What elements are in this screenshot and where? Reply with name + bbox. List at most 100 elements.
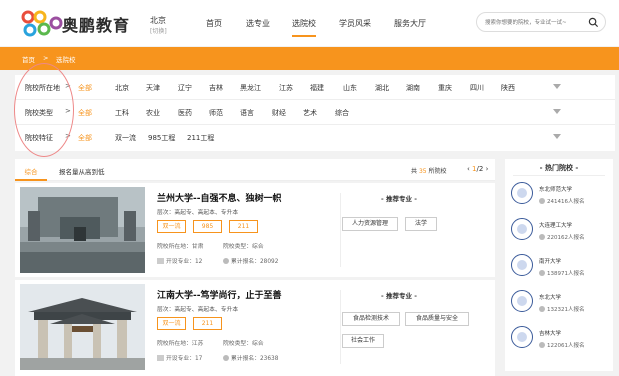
hot-school-item[interactable]: 吉林大学 122061人报名 [505,323,613,357]
tag-badge: 985 [193,220,222,233]
filter-option[interactable]: 北京 [115,83,129,93]
hot-school-name[interactable]: 东北师范大学 [539,185,572,193]
hot-school-count-text: 132321人报名 [547,307,585,313]
filter-option[interactable]: 双一流 [115,133,136,143]
nav-schools[interactable]: 选院校 [292,18,316,37]
filter-option[interactable]: 陕西 [501,83,515,93]
hot-schools-title: - 热门院校 - [539,164,579,172]
filter-option[interactable]: 全部 [78,133,92,143]
filter-option[interactable]: 湖南 [406,83,420,93]
hot-school-count-text: 241416人报名 [547,199,585,205]
filter-option[interactable]: 辽宁 [178,83,192,93]
chevron-down-icon[interactable] [553,109,561,114]
filter-option[interactable]: 重庆 [438,83,452,93]
filter-option[interactable]: 农业 [146,108,160,118]
search-input[interactable] [485,17,585,29]
filter-option[interactable]: 福建 [310,83,324,93]
university-card[interactable]: 江南大学--笃学尚行，止于至善 层次：高起专、高起本、专升本 双一流 211 院… [15,280,495,376]
filter-option[interactable]: 985工程 [148,133,175,143]
major-button[interactable]: 食品检测技术 [342,312,400,326]
hot-school-count-text: 122061人报名 [547,343,585,349]
university-name[interactable]: 江南大学--笃学尚行，止于至善 [157,288,281,301]
pager-total: 2 [478,165,484,173]
filter-option[interactable]: 工科 [115,108,129,118]
search-icon[interactable] [588,17,599,28]
university-location: 院校所在地：江苏 [157,341,204,347]
enroll-count-text: 累计报名：28092 [231,259,279,265]
nav-home[interactable]: 首页 [206,18,222,29]
campus-photo[interactable] [20,187,145,273]
breadcrumb-home[interactable]: 首页 [22,54,35,64]
logo-text[interactable]: 奥鹏教育 [62,12,130,36]
tab-by-enrollment[interactable]: 报名量从高到低 [59,166,105,176]
sort-tabs: 综合 报名量从高到低 共 35 所院校 ‹ 1/2 › [15,159,495,181]
filter-option[interactable]: 天津 [146,83,160,93]
chevron-down-icon[interactable] [553,84,561,89]
hot-school-count: 220162人报名 [539,233,585,241]
total-count: 共 35 所院校 [411,166,447,175]
majors-count: 开设专业：12 [157,256,202,265]
university-card[interactable]: 兰州大学--自强不息、独树一帜 层次：高起专、高起本、专升本 双一流 985 2… [15,183,495,277]
filter-option[interactable]: 四川 [470,83,484,93]
nav-service[interactable]: 服务大厅 [394,18,426,29]
filter-option[interactable]: 医药 [178,108,192,118]
pager-prev[interactable]: ‹ [467,165,470,173]
majors-count-text: 开设专业：17 [166,356,203,362]
hot-school-item[interactable]: 东北师范大学 241416人报名 [505,179,613,213]
university-name[interactable]: 兰州大学--自强不息、独树一帜 [157,191,281,204]
city-name: 北京 [150,16,166,25]
hot-school-name[interactable]: 东北大学 [539,293,561,301]
hot-school-item[interactable]: 大连理工大学 220162人报名 [505,215,613,249]
chevron-down-icon[interactable] [553,134,561,139]
filter-option[interactable]: 财经 [272,108,286,118]
university-type: 院校类型：综合 [223,244,264,250]
person-icon [539,306,545,312]
pager-next[interactable]: › [486,165,489,173]
person-icon [223,258,229,264]
university-levels: 层次：高起专、高起本、专升本 [157,210,239,216]
hot-school-count: 138971人报名 [539,269,585,277]
filter-option[interactable]: 黑龙江 [240,83,261,93]
total-prefix: 共 [411,168,418,175]
filter-option[interactable]: 吉林 [209,83,223,93]
hot-schools-panel: - 热门院校 - 东北师范大学 241416人报名 大连理工大学 220162人… [505,159,613,371]
filter-option[interactable]: 语言 [240,108,254,118]
hot-school-name[interactable]: 吉林大学 [539,329,561,337]
filter-option[interactable]: 湖北 [375,83,389,93]
filter-option[interactable]: 全部 [78,83,92,93]
filter-option[interactable]: 综合 [335,108,349,118]
filter-option[interactable]: 江苏 [279,83,293,93]
book-icon [157,355,164,361]
hot-school-count-text: 138971人报名 [547,271,585,277]
major-button[interactable]: 社会工作 [342,334,384,348]
hot-school-item[interactable]: 南开大学 138971人报名 [505,251,613,285]
hot-school-name[interactable]: 南开大学 [539,257,561,265]
hot-school-count: 132321人报名 [539,305,585,313]
tag-badge: 211 [193,317,222,330]
nav-majors[interactable]: 选专业 [246,18,270,29]
major-button[interactable]: 人力资源管理 [342,217,398,231]
filter-option[interactable]: 艺术 [303,108,317,118]
filter-row-type: 院校类型 > 全部 工科 农业 医药 师范 语言 财经 艺术 综合 [15,100,615,125]
book-icon [157,258,164,264]
school-emblem-icon [511,290,533,312]
city-switch-link[interactable]: [切换] [150,26,167,35]
enroll-count: 累计报名：23638 [223,353,278,362]
major-button[interactable]: 法学 [405,217,437,231]
hot-school-item[interactable]: 东北大学 132321人报名 [505,287,613,321]
major-button[interactable]: 食品质量与安全 [405,312,469,326]
hot-school-name[interactable]: 大连理工大学 [539,221,572,229]
filter-option[interactable]: 211工程 [187,133,214,143]
tab-comprehensive[interactable]: 综合 [15,159,47,181]
hot-school-count-text: 220162人报名 [547,235,585,241]
campus-photo[interactable] [20,284,145,370]
filter-option[interactable]: 师范 [209,108,223,118]
filter-option[interactable]: 全部 [78,108,92,118]
hot-school-count: 122061人报名 [539,341,585,349]
nav-students[interactable]: 学员风采 [339,18,371,29]
university-location: 院校所在地：甘肃 [157,244,204,250]
tag-badge: 211 [229,220,258,233]
tag-badge: 双一流 [157,220,186,233]
filter-option[interactable]: 山东 [343,83,357,93]
school-emblem-icon [511,254,533,276]
